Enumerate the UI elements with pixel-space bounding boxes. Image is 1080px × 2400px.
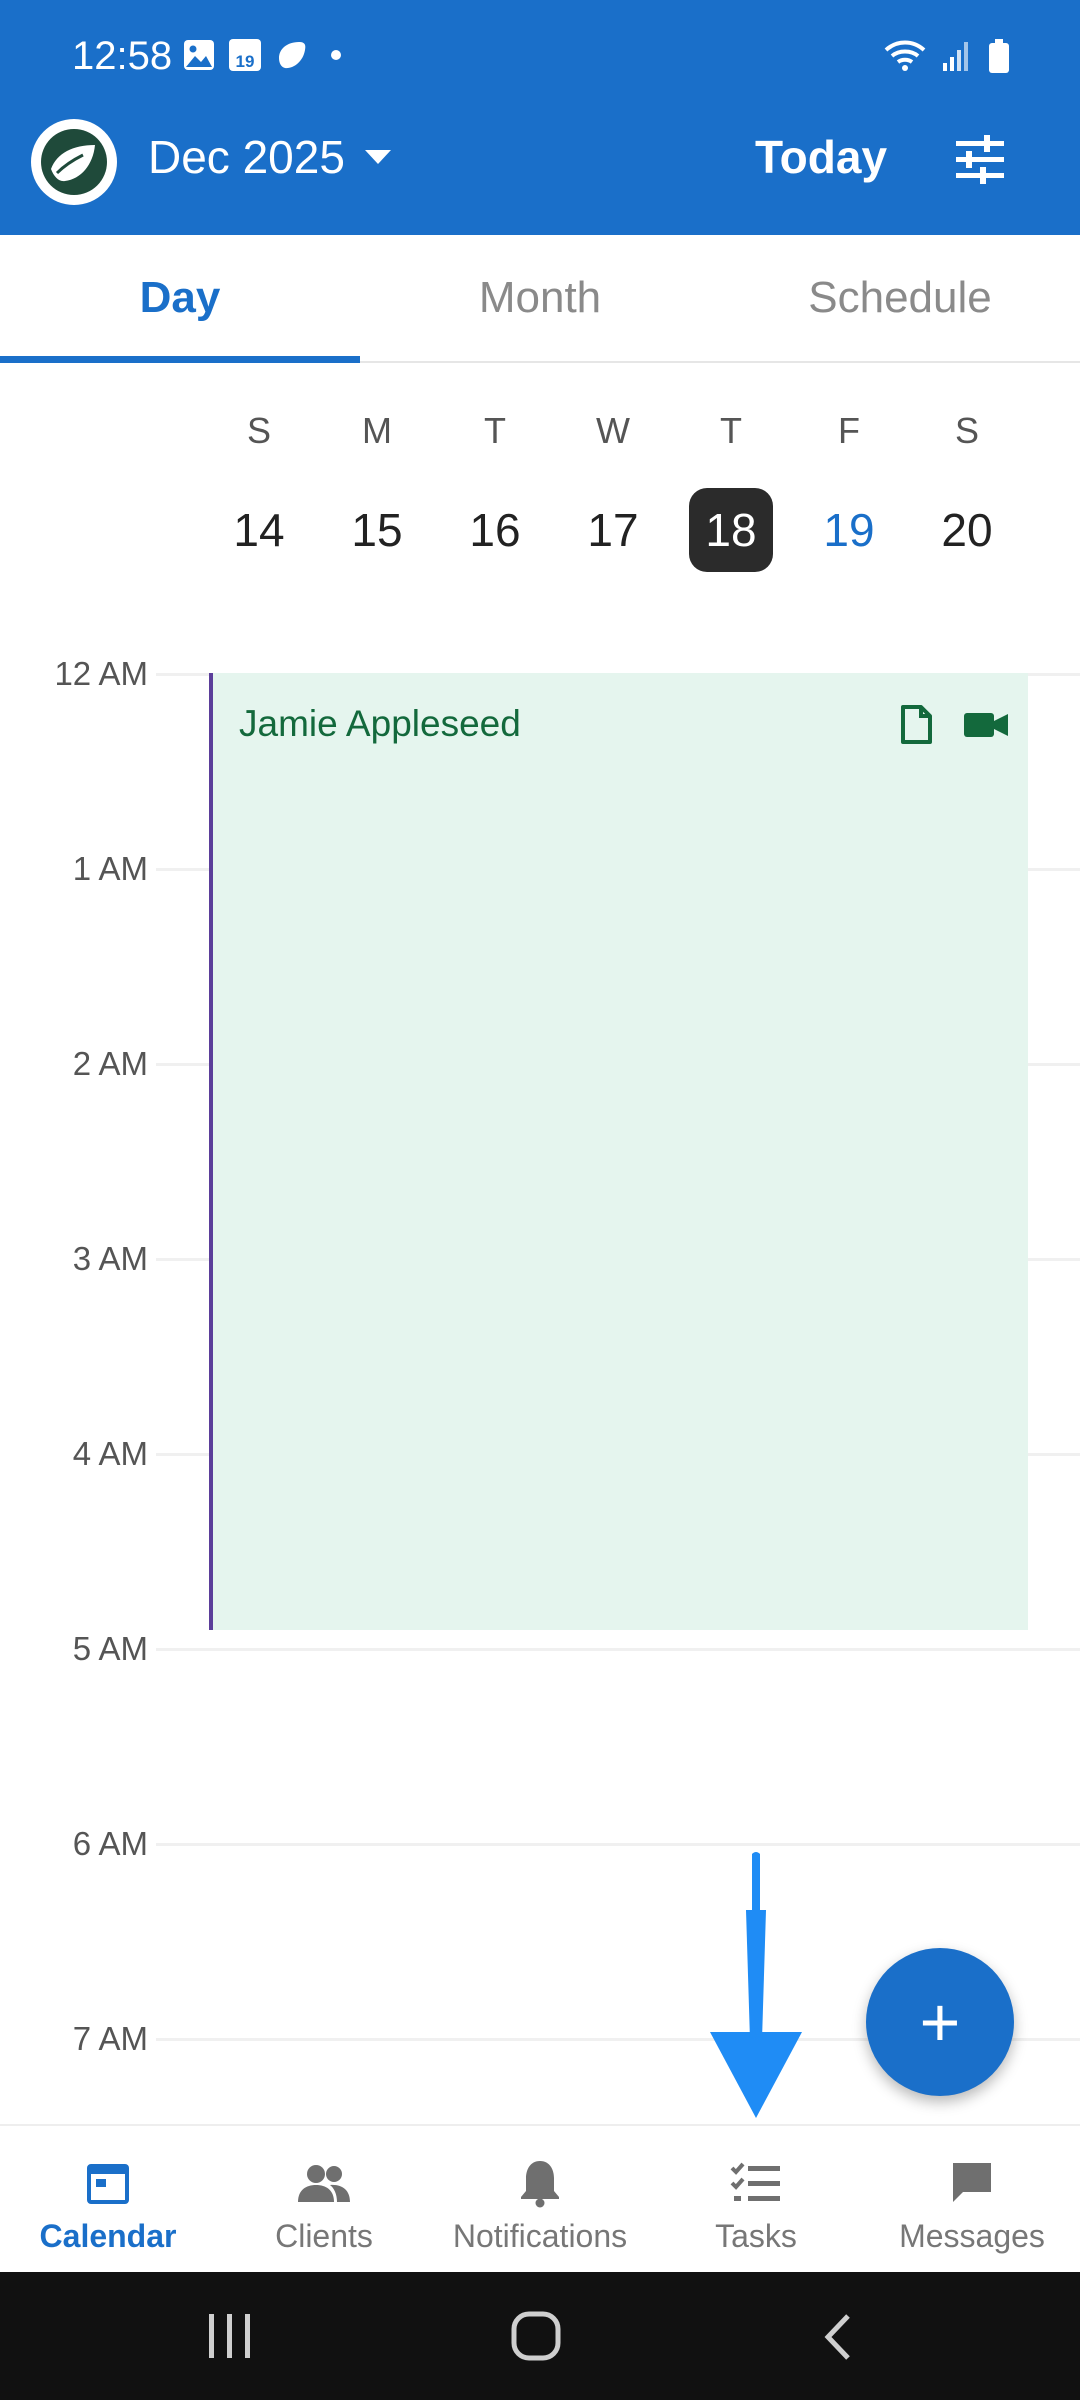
sliders-icon — [956, 135, 1004, 184]
calendar-notification-icon: 19 — [229, 39, 261, 71]
week-day-tue[interactable]: T 16 — [450, 410, 540, 572]
video-camera-icon[interactable] — [963, 711, 1009, 739]
month-label: Dec 2025 — [148, 131, 345, 183]
back-icon[interactable] — [820, 2312, 854, 2362]
gallery-icon — [184, 40, 214, 70]
filter-settings-button[interactable] — [952, 132, 1008, 188]
message-icon — [953, 2163, 991, 2202]
signal-icon — [943, 42, 968, 71]
today-button[interactable]: Today — [755, 130, 887, 184]
week-day-fri[interactable]: F 19 — [804, 410, 894, 572]
hour-label: 1 AM — [72, 850, 148, 887]
selected-date: 18 — [689, 488, 773, 572]
view-tabs: Day Month Schedule — [0, 235, 1080, 363]
hour-label: 3 AM — [72, 1240, 148, 1277]
week-day-sun[interactable]: S 14 — [214, 410, 304, 572]
recent-apps-icon[interactable] — [205, 2312, 255, 2360]
event-title: Jamie Appleseed — [239, 703, 521, 744]
event-block[interactable]: Jamie Appleseed — [209, 673, 1028, 1630]
app-logo[interactable] — [31, 119, 117, 205]
hour-label: 7 AM — [72, 2020, 148, 2057]
week-day-wed[interactable]: W 17 — [568, 410, 658, 572]
week-day-sat[interactable]: S 20 — [922, 410, 1012, 572]
pointer-arrow-icon — [710, 1852, 802, 2118]
status-notification-icons: 19 — [183, 38, 341, 72]
nav-calendar[interactable]: Calendar — [0, 2126, 216, 2274]
active-tab-indicator — [0, 356, 360, 363]
hour-label: 2 AM — [72, 1045, 148, 1082]
tab-schedule[interactable]: Schedule — [720, 235, 1080, 361]
bottom-navigation: Calendar Clients Notifications Tasks Mes… — [0, 2124, 1080, 2274]
dropdown-arrow-icon — [364, 150, 391, 164]
nav-notifications[interactable]: Notifications — [432, 2126, 648, 2274]
app-notification-icon — [279, 42, 306, 69]
nav-tasks[interactable]: Tasks — [648, 2126, 864, 2274]
week-day-mon[interactable]: M 15 — [332, 410, 422, 572]
system-navigation-bar — [0, 2272, 1080, 2400]
app-header: 12:58 19 Dec 2025 Today — [0, 0, 1080, 235]
status-system-icons — [884, 38, 1010, 74]
tab-month[interactable]: Month — [360, 235, 720, 361]
home-icon[interactable] — [510, 2310, 562, 2362]
tasks-icon — [730, 2162, 780, 2201]
hour-gridline — [156, 1648, 1080, 1651]
bell-icon — [521, 2161, 559, 2208]
battery-icon — [989, 39, 1009, 73]
nav-clients[interactable]: Clients — [216, 2126, 432, 2274]
nav-messages[interactable]: Messages — [864, 2126, 1080, 2274]
add-event-button[interactable]: + — [866, 1948, 1014, 2096]
status-time: 12:58 — [72, 34, 173, 78]
calendar-icon — [87, 2164, 129, 2204]
tab-day[interactable]: Day — [0, 235, 360, 361]
hour-gridline — [156, 1843, 1080, 1846]
wifi-icon — [884, 40, 926, 71]
hour-label: 6 AM — [72, 1825, 148, 1862]
hour-label: 12 AM — [54, 655, 148, 692]
hour-label: 5 AM — [72, 1630, 148, 1667]
plus-icon: + — [919, 1983, 961, 2061]
leaf-logo-icon — [41, 129, 107, 195]
people-icon — [298, 2165, 350, 2202]
more-notifications-dot — [331, 50, 341, 60]
note-document-icon[interactable] — [899, 705, 933, 745]
hour-label: 4 AM — [72, 1435, 148, 1472]
week-day-thu[interactable]: T 18 — [686, 410, 776, 572]
month-selector[interactable]: Dec 2025 — [148, 130, 393, 184]
